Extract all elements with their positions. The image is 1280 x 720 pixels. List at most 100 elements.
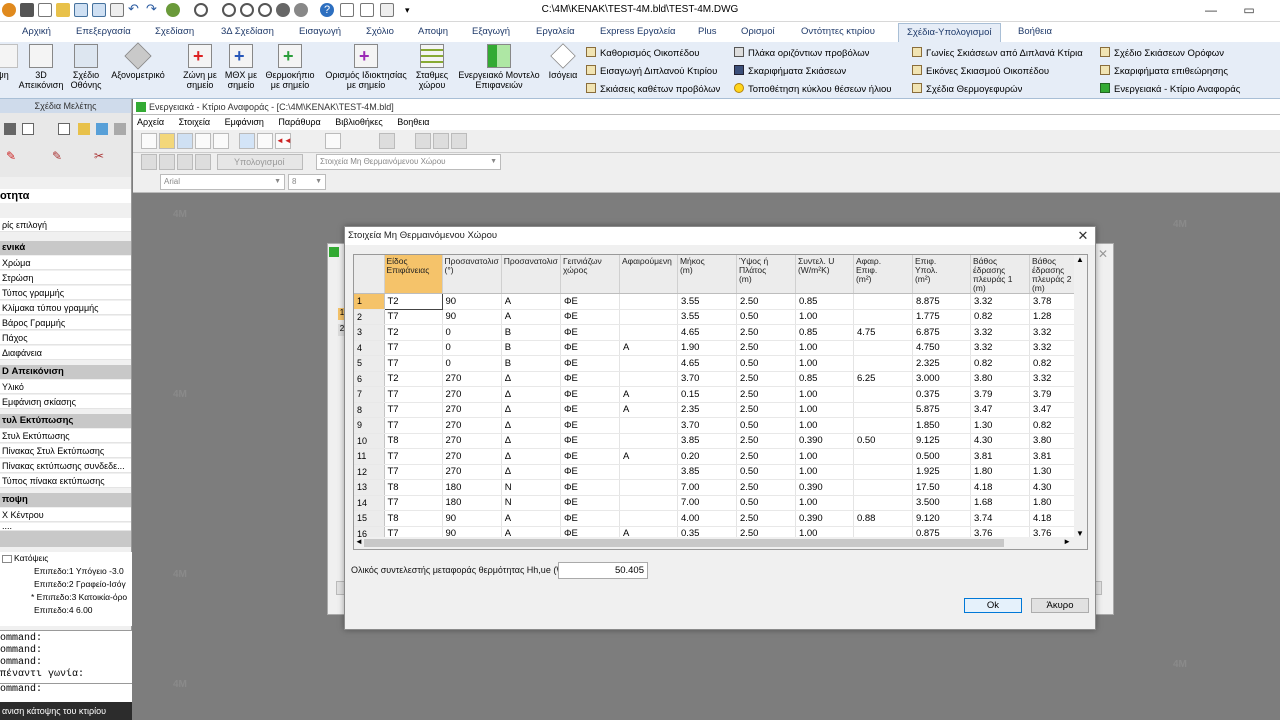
cell-height[interactable]: 2.50 bbox=[736, 340, 796, 356]
cell-height[interactable]: 2.50 bbox=[736, 448, 796, 465]
cell-length[interactable]: 2.35 bbox=[677, 402, 737, 418]
palette-tool-icon[interactable]: ✎ bbox=[52, 149, 66, 163]
cell-u-value[interactable]: 1.00 bbox=[795, 355, 854, 372]
cell-depth-side-2[interactable]: 3.80 bbox=[1029, 433, 1076, 449]
cell-depth-side-2[interactable]: 3.32 bbox=[1029, 324, 1076, 341]
cell-u-value[interactable]: 0.390 bbox=[795, 479, 854, 496]
cell-depth-side-2[interactable]: 3.32 bbox=[1029, 371, 1076, 387]
cell-orientation-deg[interactable]: 270 bbox=[442, 433, 502, 449]
cell-surface-type[interactable]: T2 bbox=[383, 293, 443, 310]
cell-height[interactable]: 2.50 bbox=[736, 324, 796, 341]
cell-length[interactable]: 3.85 bbox=[677, 464, 737, 480]
cell-subtracted-area[interactable] bbox=[853, 402, 913, 418]
col-header-subtracted-area[interactable]: Αφαιρ. Επιφ. (m²) bbox=[853, 255, 913, 294]
vertical-scroll-thumb[interactable] bbox=[1077, 269, 1084, 524]
cell-surface-type[interactable]: T2 bbox=[384, 324, 443, 341]
cell-adjacent-space[interactable]: ΦΕ bbox=[560, 417, 620, 434]
cell-adjacent-space[interactable]: ΦΕ bbox=[560, 479, 620, 496]
ribbon-item-sun-circle[interactable]: Τοποθέτηση κύκλου θέσεων ήλιου bbox=[734, 83, 891, 95]
cell-surface-type[interactable]: T8 bbox=[384, 479, 443, 496]
cell-orientation-deg[interactable]: 270 bbox=[442, 371, 502, 387]
section-view[interactable]: ποψη bbox=[0, 493, 131, 507]
col-header-height[interactable]: Ύψος ή Πλάτος (m) bbox=[736, 255, 796, 294]
cell-depth-side-1[interactable]: 3.32 bbox=[970, 324, 1030, 341]
tree-level-2[interactable]: Επιπεδο:2 Γραφείο-Ισόγ bbox=[34, 579, 126, 589]
cell-u-value[interactable]: 0.85 bbox=[795, 371, 854, 387]
cell-height[interactable]: 0.50 bbox=[736, 495, 796, 511]
cell-orientation[interactable]: Δ bbox=[501, 371, 561, 387]
cell-depth-side-2[interactable]: 0.82 bbox=[1029, 355, 1076, 372]
cell-adjacent-space[interactable]: ΦΕ bbox=[560, 309, 620, 325]
prop-lineweight[interactable]: Βάρος Γραμμής bbox=[0, 316, 131, 330]
cell-computed-area[interactable]: 4.750 bbox=[912, 340, 971, 356]
cell-depth-side-1[interactable]: 1.80 bbox=[970, 464, 1030, 480]
cell-depth-side-2[interactable]: 4.18 bbox=[1029, 510, 1076, 527]
mthx-point-button[interactable]: + ΜΘΧ με σημείο bbox=[222, 44, 260, 90]
cell-depth-side-2[interactable]: 1.80 bbox=[1029, 495, 1076, 511]
cell-u-value[interactable]: 1.00 bbox=[795, 402, 854, 418]
cell-subtracted[interactable]: A bbox=[619, 448, 678, 465]
cell-subtracted-area[interactable] bbox=[853, 340, 913, 356]
cell-depth-side-1[interactable]: 3.79 bbox=[970, 386, 1030, 403]
cell-height[interactable]: 0.50 bbox=[736, 417, 796, 434]
table-row[interactable]: 5 T7 0 B ΦΕ 4.65 0.50 1.00 2.325 0.82 0.82 bbox=[354, 355, 1083, 372]
menu-windows[interactable]: Παράθυρα bbox=[278, 117, 320, 127]
tab-home[interactable]: Αρχική bbox=[22, 26, 51, 37]
cell-height[interactable]: 0.50 bbox=[736, 355, 796, 372]
palette-tool-icon[interactable] bbox=[78, 123, 90, 135]
cell-subtracted-area[interactable]: 4.75 bbox=[853, 324, 913, 341]
table-row[interactable]: 13 T8 180 N ΦΕ 7.00 2.50 0.390 17.50 4.18 4.30 bbox=[354, 479, 1083, 496]
cell-subtracted[interactable] bbox=[619, 433, 678, 449]
grid-icon[interactable] bbox=[141, 154, 157, 170]
palette-tool-icon[interactable] bbox=[96, 123, 108, 135]
table-icon[interactable] bbox=[159, 154, 175, 170]
selection-combo[interactable]: ρίς επιλογή bbox=[0, 218, 131, 232]
cell-depth-side-2[interactable]: 3.81 bbox=[1029, 448, 1076, 465]
close-icon[interactable]: ✕ bbox=[1075, 227, 1091, 245]
prop-linetype[interactable]: Τύπος γραμμής bbox=[0, 286, 131, 300]
tab-3d-draw[interactable]: 3Δ Σχεδίαση bbox=[221, 26, 274, 37]
cell-height[interactable]: 2.50 bbox=[736, 402, 796, 418]
cell-depth-side-1[interactable]: 3.32 bbox=[970, 340, 1030, 356]
palette-tool-icon[interactable] bbox=[114, 123, 126, 135]
cell-depth-side-1[interactable]: 1.30 bbox=[970, 417, 1030, 434]
col-header-depth-side-2[interactable]: Βάθος έδρασης πλευράς 2 (m) bbox=[1029, 255, 1076, 294]
ribbon-item-inspection-sketches[interactable]: Σκαριφήματα επιθεώρησης bbox=[1100, 65, 1228, 77]
cell-depth-side-1[interactable]: 0.82 bbox=[970, 309, 1030, 325]
cell-depth-side-1[interactable]: 3.74 bbox=[970, 510, 1030, 527]
cell-subtracted[interactable] bbox=[619, 371, 678, 387]
ribbon-item-shading-sketches[interactable]: Σκαριφήματα Σκιάσεων bbox=[734, 65, 846, 77]
cell-surface-type[interactable]: T7 bbox=[384, 464, 443, 480]
cell-computed-area[interactable]: 5.875 bbox=[912, 402, 971, 418]
cell-surface-type[interactable]: T7 bbox=[384, 386, 443, 403]
tree-level-4[interactable]: Επιπεδο:4 6.00 bbox=[34, 605, 93, 615]
prop-center-x[interactable]: X Κέντρου bbox=[0, 508, 131, 522]
cell-subtracted-area[interactable]: 6.25 bbox=[853, 371, 913, 387]
cell-length[interactable]: 3.55 bbox=[677, 309, 737, 325]
cell-computed-area[interactable]: 1.925 bbox=[912, 464, 971, 480]
ground-floor-button[interactable]: Ισόγεια bbox=[546, 43, 580, 80]
cell-surface-type[interactable]: T7 bbox=[384, 340, 443, 356]
cell-u-value[interactable]: 0.390 bbox=[795, 433, 854, 449]
cell-length[interactable]: 7.00 bbox=[677, 479, 737, 496]
cell-length[interactable]: 0.15 bbox=[677, 386, 737, 403]
cell-depth-side-1[interactable]: 4.18 bbox=[970, 479, 1030, 496]
list-icon[interactable] bbox=[257, 133, 273, 149]
cell-orientation-deg[interactable]: 0 bbox=[442, 355, 502, 372]
cell-surface-type[interactable]: T7 bbox=[384, 309, 443, 325]
ribbon-item-horizontal-overhang[interactable]: Πλάκα οριζόντιων προβόλων bbox=[734, 47, 869, 59]
horizontal-scroll-thumb[interactable] bbox=[364, 539, 1004, 547]
cell-subtracted-area[interactable] bbox=[853, 464, 913, 480]
cell-computed-area[interactable]: 3.500 bbox=[912, 495, 971, 511]
cell-length[interactable]: 0.20 bbox=[677, 448, 737, 465]
cell-subtracted[interactable] bbox=[619, 324, 678, 341]
cell-orientation[interactable]: A bbox=[501, 309, 561, 325]
cell-orientation[interactable]: A bbox=[501, 510, 561, 527]
cell-subtracted-area[interactable] bbox=[853, 495, 913, 511]
prop-color[interactable]: Χρώμα bbox=[0, 256, 131, 270]
cell-height[interactable]: 2.50 bbox=[736, 386, 796, 403]
cell-surface-type[interactable]: T7 bbox=[384, 402, 443, 418]
table-row[interactable]: 9 T7 270 Δ ΦΕ 3.70 0.50 1.00 1.850 1.30 0.82 bbox=[354, 417, 1083, 434]
prop-plot-style[interactable]: Στυλ Εκτύπωσης bbox=[0, 429, 131, 443]
cell-u-value[interactable]: 1.00 bbox=[795, 386, 854, 403]
